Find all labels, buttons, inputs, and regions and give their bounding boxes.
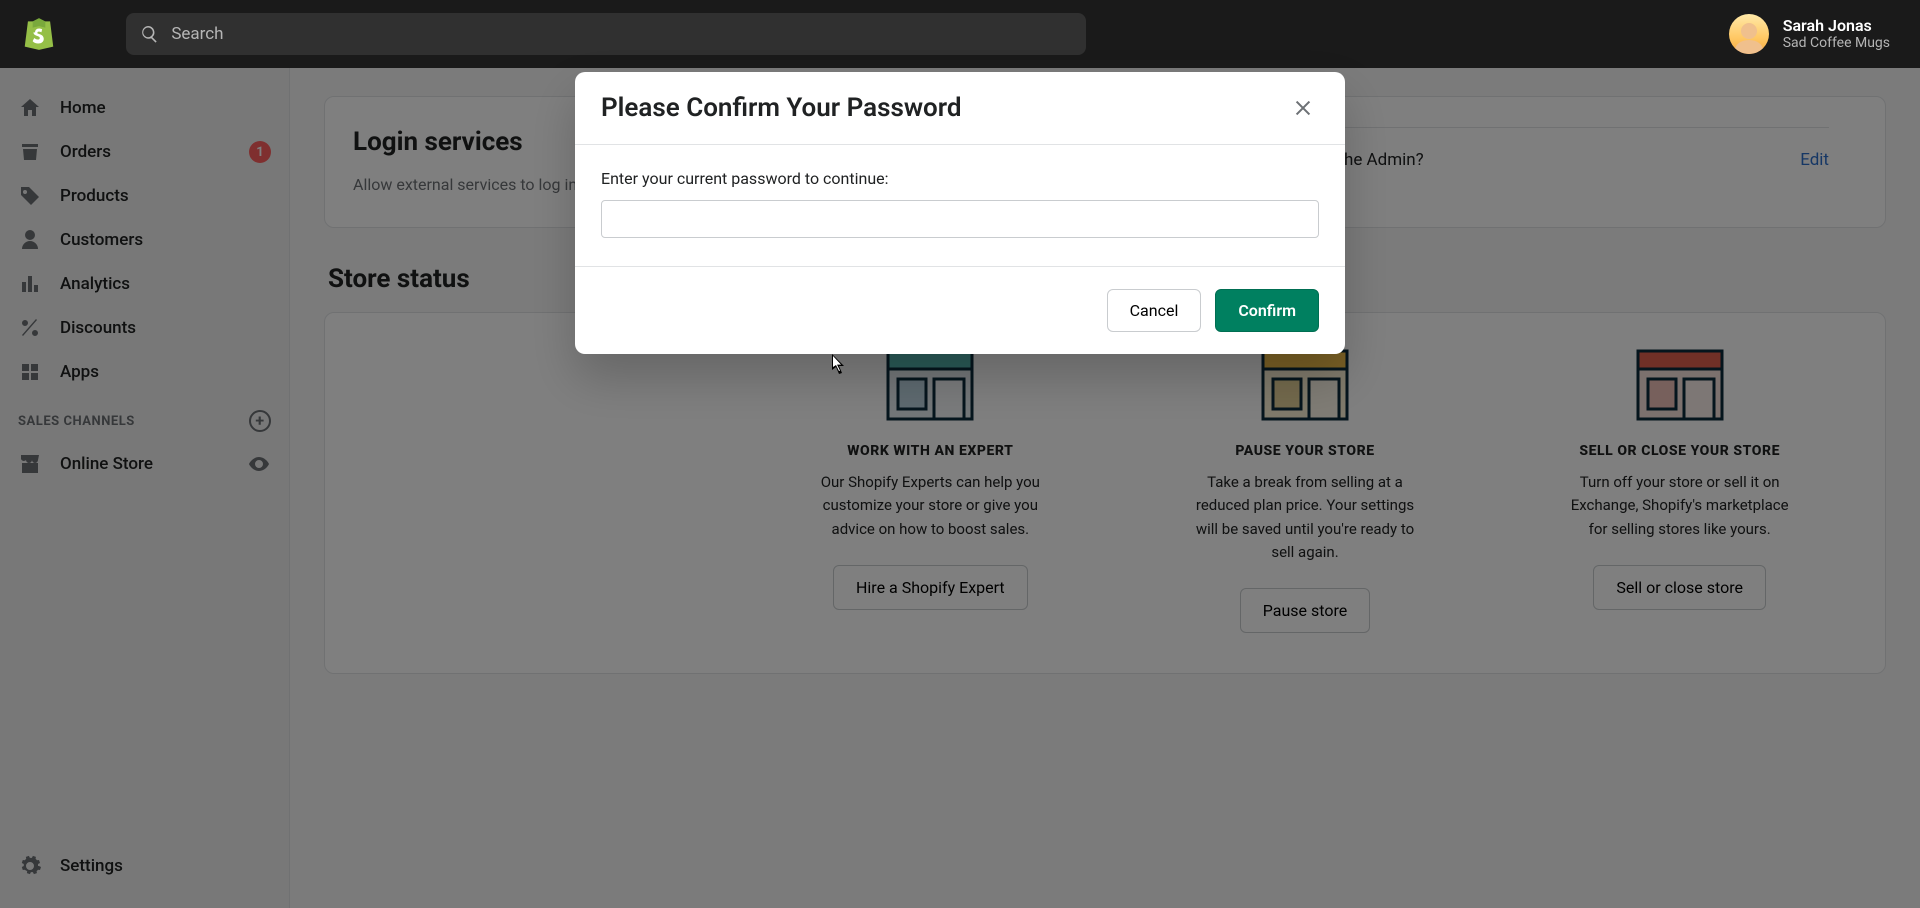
sidebar-item-apps[interactable]: Apps bbox=[0, 350, 289, 394]
sidebar-item-discounts[interactable]: Discounts bbox=[0, 306, 289, 350]
storefront-teal-icon bbox=[880, 345, 980, 425]
store-icon bbox=[18, 452, 42, 476]
sidebar-item-label: Home bbox=[60, 98, 106, 118]
sell-close-store-button[interactable]: Sell or close store bbox=[1593, 565, 1766, 610]
global-search[interactable] bbox=[126, 13, 1086, 55]
storefront-red-icon bbox=[1630, 345, 1730, 425]
sidebar-item-label: Orders bbox=[60, 142, 111, 162]
percent-icon bbox=[18, 316, 42, 340]
online-store-left: Online Store bbox=[18, 452, 153, 476]
modal-header: Please Confirm Your Password bbox=[575, 72, 1345, 144]
sidebar-item-label: Analytics bbox=[60, 274, 130, 294]
account-menu[interactable]: Sarah Jonas Sad Coffee Mugs bbox=[1719, 14, 1900, 54]
sidebar-item-products[interactable]: Products bbox=[0, 174, 289, 218]
sidebar-item-label: Customers bbox=[60, 230, 143, 250]
user-name: Sarah Jonas bbox=[1783, 16, 1890, 35]
sidebar-item-label: Products bbox=[60, 186, 129, 206]
status-col-body: Turn off your store or sell it on Exchan… bbox=[1560, 471, 1800, 541]
persona-text: Sarah Jonas Sad Coffee Mugs bbox=[1783, 16, 1890, 52]
search-icon bbox=[140, 24, 159, 44]
modal-body: Enter your current password to continue: bbox=[575, 144, 1345, 267]
modal-close-button[interactable] bbox=[1287, 92, 1319, 124]
eye-icon[interactable] bbox=[247, 452, 271, 476]
status-col-body: Our Shopify Experts can help you customi… bbox=[810, 471, 1050, 541]
sidebar-item-customers[interactable]: Customers bbox=[0, 218, 289, 262]
login-service-edit-link[interactable]: Edit bbox=[1800, 150, 1829, 170]
gear-icon bbox=[18, 854, 42, 878]
status-col-body: Take a break from selling at a reduced p… bbox=[1185, 471, 1425, 564]
status-col-expert: WORK WITH AN EXPERT Our Shopify Experts … bbox=[757, 345, 1104, 633]
confirm-password-modal: Please Confirm Your Password Enter your … bbox=[575, 72, 1345, 354]
store-name: Sad Coffee Mugs bbox=[1783, 35, 1890, 52]
modal-title: Please Confirm Your Password bbox=[601, 93, 961, 123]
confirm-button[interactable]: Confirm bbox=[1215, 289, 1319, 332]
tag-icon bbox=[18, 184, 42, 208]
sidebar: Home Orders 1 Products Customers Analyti… bbox=[0, 68, 290, 908]
sales-channels-header: SALES CHANNELS + bbox=[0, 394, 289, 442]
add-channel-button[interactable]: + bbox=[249, 410, 271, 432]
status-col-heading: PAUSE YOUR STORE bbox=[1235, 443, 1374, 459]
status-col-heading: SELL OR CLOSE YOUR STORE bbox=[1579, 443, 1780, 459]
orders-icon bbox=[18, 140, 42, 164]
pause-store-button[interactable]: Pause store bbox=[1240, 588, 1370, 633]
sidebar-item-orders[interactable]: Orders 1 bbox=[0, 130, 289, 174]
search-input[interactable] bbox=[171, 24, 1072, 44]
person-icon bbox=[18, 228, 42, 252]
settings-label: Settings bbox=[60, 856, 123, 876]
sidebar-item-label: Discounts bbox=[60, 318, 136, 338]
store-status-card: WORK WITH AN EXPERT Our Shopify Experts … bbox=[324, 312, 1886, 674]
topbar: Sarah Jonas Sad Coffee Mugs bbox=[0, 0, 1920, 68]
status-col-close: SELL OR CLOSE YOUR STORE Turn off your s… bbox=[1506, 345, 1853, 633]
storefront-yellow-icon bbox=[1255, 345, 1355, 425]
password-label: Enter your current password to continue: bbox=[601, 169, 1319, 188]
sidebar-item-analytics[interactable]: Analytics bbox=[0, 262, 289, 306]
sidebar-item-label: Apps bbox=[60, 362, 99, 382]
status-left-spacer bbox=[357, 345, 737, 633]
close-icon bbox=[1292, 97, 1314, 119]
orders-badge: 1 bbox=[249, 141, 271, 163]
avatar bbox=[1729, 14, 1769, 54]
password-input[interactable] bbox=[601, 200, 1319, 238]
home-icon bbox=[18, 96, 42, 120]
sidebar-primary-nav: Home Orders 1 Products Customers Analyti… bbox=[0, 68, 289, 834]
status-col-heading: WORK WITH AN EXPERT bbox=[847, 443, 1013, 459]
cancel-button[interactable]: Cancel bbox=[1107, 289, 1202, 332]
sidebar-item-label: Online Store bbox=[60, 454, 153, 474]
modal-footer: Cancel Confirm bbox=[575, 267, 1345, 354]
apps-icon bbox=[18, 360, 42, 384]
sidebar-item-online-store[interactable]: Online Store bbox=[0, 442, 289, 486]
sidebar-item-home[interactable]: Home bbox=[0, 86, 289, 130]
sales-channels-title: SALES CHANNELS bbox=[18, 414, 135, 429]
brand-logo bbox=[20, 15, 58, 53]
analytics-icon bbox=[18, 272, 42, 296]
status-col-pause: PAUSE YOUR STORE Take a break from selli… bbox=[1132, 345, 1479, 633]
shopify-bag-icon bbox=[20, 15, 58, 53]
sidebar-item-settings[interactable]: Settings bbox=[0, 844, 289, 888]
hire-expert-button[interactable]: Hire a Shopify Expert bbox=[833, 565, 1028, 610]
sidebar-bottom: Settings bbox=[0, 834, 289, 908]
status-grid: WORK WITH AN EXPERT Our Shopify Experts … bbox=[757, 345, 1853, 633]
